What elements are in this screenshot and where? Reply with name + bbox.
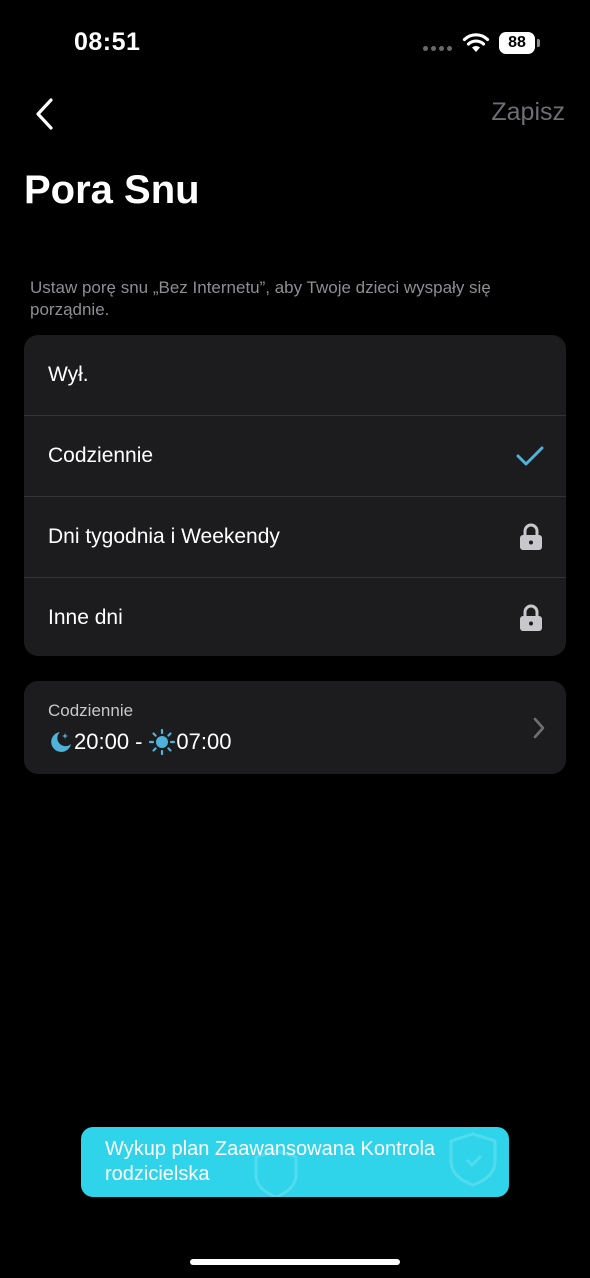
battery-indicator: 88 [499, 32, 535, 54]
upgrade-banner[interactable]: Wykup plan Zaawansowana Kontrola rodzici… [81, 1127, 509, 1197]
home-indicator [190, 1259, 400, 1265]
schedule-separator: - [135, 729, 143, 754]
option-custom-days[interactable]: Inne dni [24, 577, 566, 656]
battery-tip [537, 39, 540, 47]
moon-icon [48, 729, 74, 755]
sun-icon [148, 728, 176, 756]
schedule-start-time: 20:00 [74, 729, 130, 754]
save-button[interactable]: Zapisz [491, 98, 565, 127]
battery-level: 88 [508, 34, 526, 51]
schedule-label: Codziennie [48, 701, 134, 720]
schedule-end-time: 07:00 [176, 729, 232, 754]
option-daily[interactable]: Codziennie [24, 415, 566, 496]
schedule-card[interactable]: Codziennie 20:00 - 07:00 [24, 681, 566, 774]
page-title: Pora Snu [24, 168, 200, 212]
wifi-icon [462, 33, 490, 52]
lock-icon [518, 523, 544, 551]
option-weekdays-weekends[interactable]: Dni tygodnia i Weekendy [24, 496, 566, 577]
schedule-type-options: Wył. Codziennie Dni tygodnia i Weekendy … [24, 335, 566, 656]
option-off[interactable]: Wył. [24, 335, 566, 415]
status-time: 08:51 [74, 28, 141, 56]
cellular-signal-icon [423, 46, 453, 52]
checkmark-icon [516, 445, 544, 467]
schedule-times: 20:00 - 07:00 [48, 728, 231, 756]
option-label: Inne dni [48, 606, 123, 629]
upgrade-banner-text: Wykup plan Zaawansowana Kontrola rodzici… [105, 1138, 436, 1185]
page-description: Ustaw porę snu „Bez Internetu”, aby Twoj… [30, 278, 491, 319]
option-label: Dni tygodnia i Weekendy [48, 525, 280, 548]
chevron-left-icon [36, 98, 53, 130]
back-button[interactable] [24, 92, 64, 136]
lock-icon [518, 604, 544, 632]
chevron-right-icon [532, 716, 546, 745]
option-label: Codziennie [48, 444, 154, 467]
option-label: Wył. [48, 363, 89, 386]
status-bar: 08:51 88 [0, 0, 590, 90]
